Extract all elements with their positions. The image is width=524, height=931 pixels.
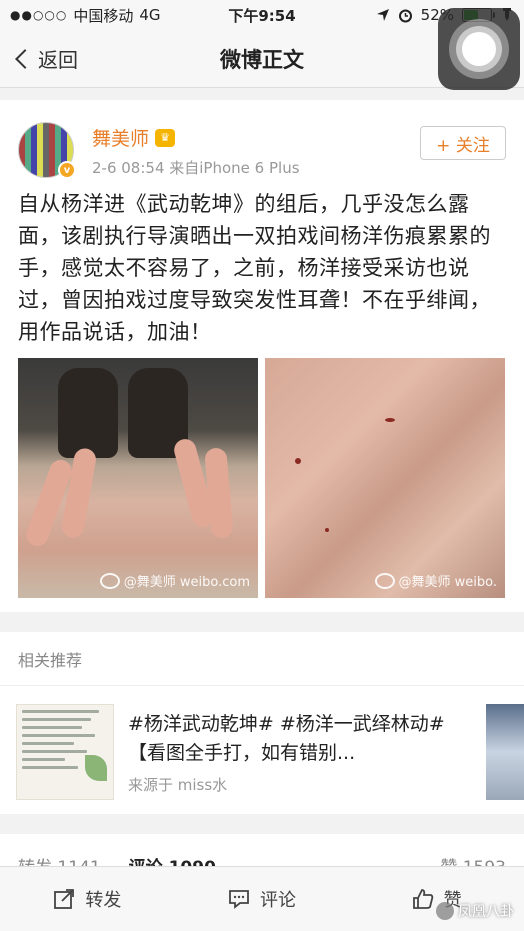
post-photo-2[interactable]: @舞美师 weibo. (265, 358, 505, 598)
forward-icon (54, 889, 75, 909)
vip-crown-icon: ♛ (155, 128, 176, 147)
photo-watermark: @舞美师 weibo.com (99, 571, 250, 590)
corner-watermark-text: 凤凰八卦 (458, 904, 514, 920)
thumb-text-line (22, 766, 78, 769)
related-thumbnail (16, 704, 114, 800)
thumb-text-line (22, 734, 96, 737)
thumb-text-line (22, 718, 91, 721)
wound-mark (325, 528, 329, 532)
leaf-icon (85, 755, 107, 781)
related-next-thumbnail[interactable] (486, 704, 524, 800)
post-text: 自从杨洋进《武动乾坤》的组后，几乎没怎么露面，该剧执行导演晒出一双拍戏间杨洋伤痕… (18, 192, 491, 344)
assistive-ring-inner (462, 32, 496, 66)
weibo-logo-icon (374, 572, 395, 589)
photo-watermark-text: @舞美师 weibo.com (123, 575, 250, 590)
shoe-shape (58, 368, 118, 458)
related-item[interactable]: #杨洋武动乾坤# #杨洋一武绎林动# 【看图全手打，如有错别... 来源于 mi… (0, 686, 524, 814)
signal-icon: ●●○○○ (10, 8, 68, 22)
alarm-icon (398, 9, 412, 22)
assistive-ring-outer (449, 19, 509, 79)
comment-label: 评论 (260, 890, 296, 911)
wound-mark (295, 458, 301, 464)
back-label: 返回 (38, 48, 78, 72)
wound-mark (385, 418, 395, 422)
post-username-row[interactable]: 舞美师 ♛ (92, 124, 176, 151)
thumb-text-line (22, 710, 100, 713)
weibo-logo-icon (99, 572, 120, 589)
network-label: 4G (139, 6, 161, 24)
post-username: 舞美师 (92, 128, 150, 150)
chevron-left-icon (15, 48, 35, 69)
thumb-text-line (22, 750, 87, 753)
post-card: v 舞美师 ♛ 2-6 08:54 来自iPhone 6 Plus + 关注 自… (0, 100, 524, 612)
watermark-logo-icon (436, 902, 454, 920)
back-button[interactable]: 返回 (0, 44, 78, 73)
comment-button[interactable]: 评论 (175, 886, 350, 912)
thumb-text-line (22, 742, 74, 745)
carrier-label: 中国移动 (73, 6, 134, 25)
post-photo-1[interactable]: @舞美师 weibo.com (18, 358, 258, 598)
follow-button[interactable]: + 关注 (420, 126, 506, 160)
status-left: ●●○○○ 中国移动 4G (10, 5, 161, 26)
thumb-text-line (22, 726, 83, 729)
thumb-text-line (22, 758, 65, 761)
bottom-toolbar: 转发 评论 赞 (0, 866, 524, 931)
related-title: #杨洋武动乾坤# #杨洋一武绎林动# 【看图全手打，如有错别... (128, 713, 445, 764)
related-source: 来源于 miss水 (128, 776, 228, 794)
comment-icon (229, 890, 249, 909)
assistive-touch-button[interactable] (438, 8, 520, 90)
post-meta: 2-6 08:54 来自iPhone 6 Plus (92, 159, 300, 177)
corner-watermark: 凤凰八卦 (436, 901, 514, 921)
location-icon (376, 9, 389, 21)
forward-button[interactable]: 转发 (0, 886, 175, 912)
assistive-ring-middle (456, 26, 502, 72)
related-header: 相关推荐 (0, 632, 524, 686)
photo-watermark: @舞美师 weibo. (374, 571, 497, 590)
thumbs-up-icon (412, 889, 433, 909)
photo-watermark-text: @舞美师 weibo. (398, 575, 497, 590)
verified-badge-icon: v (58, 161, 76, 179)
forward-label: 转发 (85, 890, 122, 911)
